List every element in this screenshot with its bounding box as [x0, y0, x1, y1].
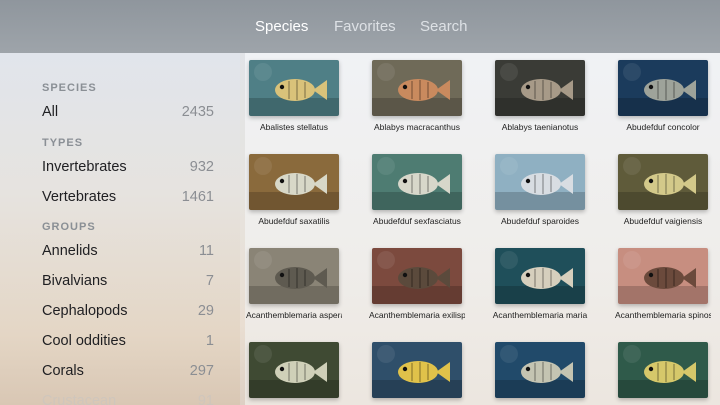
- species-card[interactable]: [618, 342, 710, 404]
- spinyhead-blenny-photo: [618, 248, 708, 304]
- sidebar-item-count: 11: [198, 243, 214, 259]
- filefish-photo: [495, 342, 585, 398]
- species-caption: Abudefduf sparoides: [501, 216, 579, 226]
- species-card[interactable]: [372, 342, 464, 404]
- section-heading-species: SPECIES: [42, 82, 97, 94]
- sidebar-item-annelids[interactable]: Annelids 11: [42, 240, 214, 262]
- species-caption: Ablabys macracanthus: [374, 122, 460, 132]
- roughhead-blenny-photo: [249, 248, 339, 304]
- species-caption: Abudefduf saxatilis: [258, 216, 330, 226]
- false-eye-sergeant-photo: [495, 154, 585, 210]
- sidebar-item-vertebrates[interactable]: Vertebrates 1461: [42, 186, 214, 208]
- sidebar-item-label: Crustacean: [42, 393, 117, 405]
- sidebar-item-all[interactable]: All 2435: [42, 101, 214, 123]
- tab-species[interactable]: Species: [255, 18, 308, 36]
- species-card[interactable]: Abudefduf concolor: [618, 60, 710, 132]
- sidebar-item-cephalopods[interactable]: Cephalopods 29: [42, 300, 214, 322]
- sidebar-item-label: Corals: [42, 363, 84, 379]
- sidebar-item-bivalvians[interactable]: Bivalvians 7: [42, 270, 214, 292]
- species-card[interactable]: Abudefduf sparoides: [495, 154, 587, 226]
- species-card[interactable]: Abudefduf sexfasciatus: [372, 154, 464, 226]
- blenny-photo: [372, 248, 462, 304]
- waspfish-photo: [372, 60, 462, 116]
- species-card[interactable]: Acanthemblemaria maria: [492, 248, 588, 320]
- species-caption: Abudefduf concolor: [626, 122, 700, 132]
- species-card[interactable]: Acanthemblemaria aspera: [246, 248, 342, 320]
- sidebar-item-count: 1461: [181, 189, 214, 205]
- species-grid: Abalistes stellatus Ablabys macracanthus A…: [245, 53, 720, 405]
- indo-pacific-sergeant-photo: [618, 154, 708, 210]
- dusky-sergeant-photo: [618, 60, 708, 116]
- species-card[interactable]: Abudefduf vaigiensis: [618, 154, 710, 226]
- sidebar-item-label: Invertebrates: [42, 159, 127, 175]
- sidebar-item-count: 29: [197, 303, 214, 319]
- sidebar-item-label: Vertebrates: [42, 189, 117, 205]
- species-card[interactable]: Acanthemblemaria spinosa: [615, 248, 711, 320]
- stellate-triggerfish-photo: [249, 60, 339, 116]
- sidebar-item-count: 1: [205, 333, 214, 349]
- reef-fish-photo: [372, 342, 462, 398]
- species-card[interactable]: Abalistes stellatus: [249, 60, 341, 132]
- sidebar-item-label: Cool oddities: [42, 333, 126, 349]
- sidebar-item-count: 297: [189, 363, 214, 379]
- species-caption: Acanthemblemaria exilispinus: [369, 310, 465, 320]
- sidebar-item-crustacean[interactable]: Crustacean 91: [42, 390, 214, 405]
- tab-favorites[interactable]: Favorites: [334, 18, 396, 36]
- scissortail-sergeant-photo: [372, 154, 462, 210]
- species-caption: Acanthemblemaria maria: [492, 310, 588, 320]
- species-caption: Abudefduf sexfasciatus: [373, 216, 461, 226]
- reef-fish-photo: [249, 342, 339, 398]
- sidebar-item-cool-oddities[interactable]: Cool oddities 1: [42, 330, 214, 352]
- section-heading-types: TYPES: [42, 137, 84, 149]
- species-caption: Abalistes stellatus: [259, 122, 329, 132]
- species-card[interactable]: Acanthemblemaria exilispinus: [369, 248, 465, 320]
- species-card[interactable]: Abudefduf saxatilis: [249, 154, 341, 226]
- reef-fish-photo: [618, 342, 708, 398]
- species-caption: Abudefduf vaigiensis: [623, 216, 703, 226]
- cockatoo-waspfish-photo: [495, 60, 585, 116]
- sidebar-item-invertebrates[interactable]: Invertebrates 932: [42, 156, 214, 178]
- sidebar-item-label: Bivalvians: [42, 273, 108, 289]
- section-heading-groups: GROUPS: [42, 221, 96, 233]
- species-caption: Ablabys taenianotus: [501, 122, 579, 132]
- top-navigation-bar: Species Favorites Search: [0, 0, 720, 53]
- sidebar-item-count: 2435: [181, 104, 214, 120]
- tab-search[interactable]: Search: [420, 18, 468, 36]
- sidebar-item-count: 7: [205, 273, 214, 289]
- sidebar-item-count: 932: [189, 159, 214, 175]
- sidebar: SPECIES All 2435 TYPES Invertebrates 932…: [0, 53, 240, 405]
- species-caption: Acanthemblemaria spinosa: [615, 310, 711, 320]
- sidebar-item-label: All: [42, 104, 59, 120]
- sergeant-major-photo: [249, 154, 339, 210]
- sidebar-item-label: Cephalopods: [42, 303, 128, 319]
- species-card[interactable]: Ablabys macracanthus: [372, 60, 464, 132]
- species-card[interactable]: Ablabys taenianotus: [495, 60, 587, 132]
- sidebar-item-count: 91: [197, 393, 214, 405]
- species-card[interactable]: [495, 342, 587, 404]
- sidebar-item-label: Annelids: [42, 243, 98, 259]
- species-caption: Acanthemblemaria aspera: [246, 310, 342, 320]
- secretary-blenny-photo: [495, 248, 585, 304]
- species-card[interactable]: [249, 342, 341, 404]
- sidebar-item-corals[interactable]: Corals 297: [42, 360, 214, 382]
